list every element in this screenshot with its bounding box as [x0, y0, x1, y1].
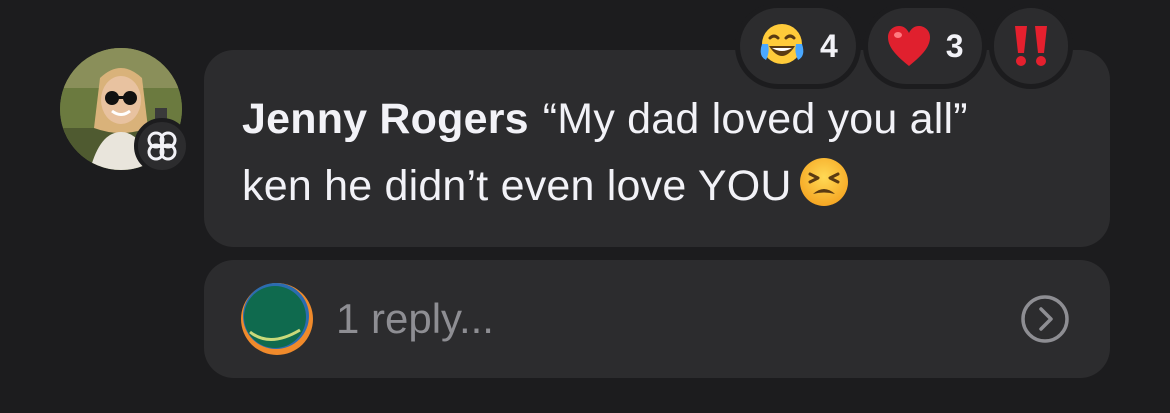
- reactions-bar: 4 3: [740, 8, 1068, 84]
- comment-line-1: “My dad loved you all”: [542, 95, 968, 143]
- reaction-count: 3: [945, 27, 964, 64]
- reaction-laugh-button[interactable]: 4: [740, 8, 856, 84]
- chevron-right-circle-icon[interactable]: [1020, 294, 1070, 344]
- double-exclamation-emoji: [1014, 26, 1047, 66]
- reaction-exclamation-button[interactable]: [993, 8, 1068, 84]
- reaction-heart-button[interactable]: 3: [867, 8, 982, 84]
- replies-count-label: 1 reply...: [336, 295, 494, 342]
- reply-author-avatar: [241, 283, 313, 355]
- community-badge-icon: [134, 118, 190, 174]
- red-heart-emoji: [887, 26, 930, 66]
- tired-face-emoji: [799, 158, 848, 206]
- face-with-tears-of-joy-emoji: [760, 24, 804, 64]
- comment-author[interactable]: Jenny Rogers: [242, 95, 529, 143]
- reaction-count: 4: [820, 27, 838, 64]
- comment-line-2: ken he didn’t even love YOU: [242, 162, 792, 210]
- comment-text: Jenny Rogers “My dad loved you all” ken he…: [242, 86, 1074, 220]
- comment-thread: Jenny Rogers “My dad loved you all” ken he…: [0, 0, 1170, 413]
- view-replies-button[interactable]: 1 reply...: [204, 260, 1110, 378]
